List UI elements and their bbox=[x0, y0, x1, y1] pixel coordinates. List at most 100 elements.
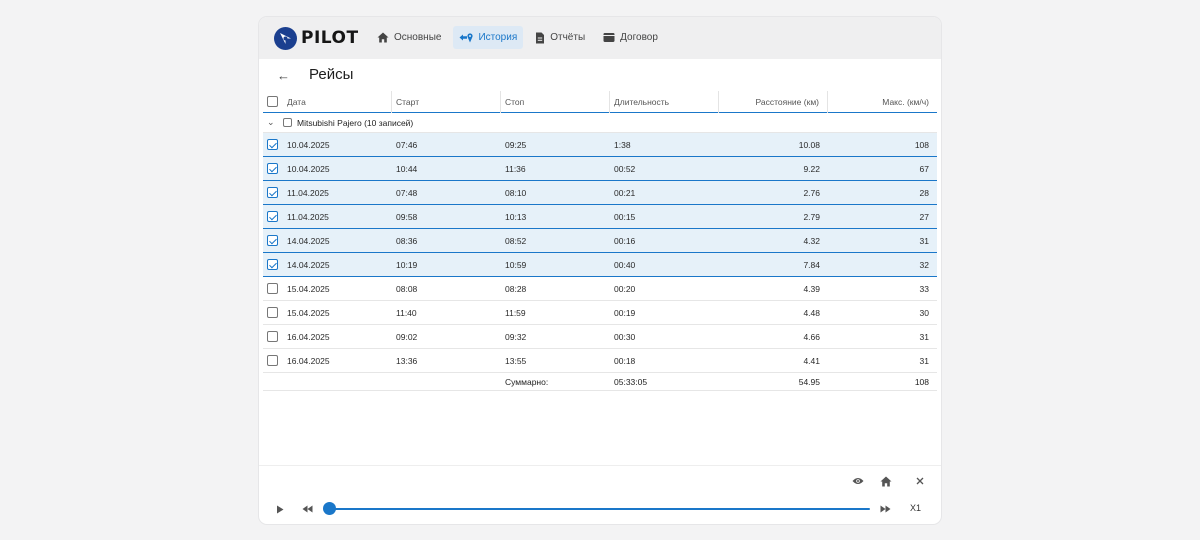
cell-duration: 00:40 bbox=[614, 259, 636, 270]
home-icon[interactable] bbox=[879, 474, 893, 488]
fast-forward-icon[interactable] bbox=[878, 502, 892, 516]
column-header-max-speed[interactable]: Макс. (км/ч) bbox=[828, 91, 937, 113]
nav-label: Основные bbox=[394, 32, 442, 43]
close-icon[interactable] bbox=[913, 474, 927, 488]
row-checkbox-cell bbox=[263, 235, 283, 246]
nav-item-main[interactable]: Основные bbox=[371, 26, 447, 49]
row-checkbox[interactable] bbox=[267, 355, 278, 366]
cell-distance: 4.39 bbox=[803, 283, 820, 294]
row-checkbox[interactable] bbox=[267, 331, 278, 342]
cell-max-speed: 31 bbox=[919, 355, 929, 366]
table-row[interactable]: 10.04.2025 10:44 11:36 00:52 9.22 67 bbox=[263, 157, 937, 181]
totals-distance: 54.95 bbox=[798, 376, 820, 387]
cell-duration: 00:16 bbox=[614, 235, 636, 246]
column-header-stop[interactable]: Стоп bbox=[501, 90, 610, 113]
row-checkbox[interactable] bbox=[267, 163, 278, 174]
cell-distance: 4.66 bbox=[803, 331, 820, 342]
table-body: 10.04.2025 07:46 09:25 1:38 10.08 108 10.04.20… bbox=[263, 133, 937, 373]
table-row[interactable]: 15.04.2025 08:08 08:28 00:20 4.39 33 bbox=[263, 277, 937, 301]
chevron-down-icon[interactable]: ⌄ bbox=[263, 117, 283, 128]
cell-date: 15.04.2025 bbox=[287, 283, 330, 294]
group-checkbox[interactable] bbox=[283, 118, 292, 127]
column-header-distance[interactable]: Расстояние (км) bbox=[719, 90, 828, 113]
row-checkbox-cell bbox=[263, 163, 283, 174]
group-label: Mitsubishi Pajero (10 записей) bbox=[297, 117, 414, 128]
row-checkbox[interactable] bbox=[267, 187, 278, 198]
cell-duration: 00:21 bbox=[614, 187, 636, 198]
cell-stop: 13:55 bbox=[505, 355, 527, 366]
timeline-thumb[interactable] bbox=[323, 502, 336, 515]
cell-date: 10.04.2025 bbox=[287, 139, 330, 150]
row-checkbox[interactable] bbox=[267, 307, 278, 318]
cell-start: 07:48 bbox=[396, 187, 418, 198]
row-checkbox-cell bbox=[263, 283, 283, 294]
column-header-duration[interactable]: Длительность bbox=[610, 90, 719, 113]
wallet-icon bbox=[603, 33, 615, 42]
table-row[interactable]: 11.04.2025 07:48 08:10 00:21 2.76 28 bbox=[263, 181, 937, 205]
nav-item-contract[interactable]: Договор bbox=[597, 26, 664, 49]
main-nav: Основные История Отчёты Договор bbox=[371, 26, 664, 49]
cell-date: 10.04.2025 bbox=[287, 163, 330, 174]
table-row[interactable]: 14.04.2025 08:36 08:52 00:16 4.32 31 bbox=[263, 229, 937, 253]
cell-max-speed: 30 bbox=[919, 307, 929, 318]
totals-duration: 05:33:05 bbox=[614, 376, 648, 387]
app-window: PILOT Основные История Отчёты Договор ← … bbox=[259, 17, 941, 524]
row-checkbox[interactable] bbox=[267, 259, 278, 270]
cell-stop: 09:32 bbox=[505, 331, 527, 342]
totals-label: Суммарно: bbox=[505, 376, 549, 387]
cell-start: 11:40 bbox=[396, 307, 417, 318]
nav-item-history[interactable]: История bbox=[453, 26, 524, 49]
cell-date: 14.04.2025 bbox=[287, 235, 330, 246]
cell-stop: 08:10 bbox=[505, 187, 527, 198]
rewind-icon[interactable] bbox=[300, 502, 314, 516]
cell-max-speed: 67 bbox=[919, 163, 929, 174]
row-checkbox[interactable] bbox=[267, 211, 278, 222]
cell-duration: 00:52 bbox=[614, 163, 636, 174]
route-icon bbox=[459, 33, 474, 43]
select-all-cell bbox=[263, 91, 283, 113]
row-checkbox-cell bbox=[263, 259, 283, 270]
cell-date: 16.04.2025 bbox=[287, 331, 330, 342]
cell-distance: 2.76 bbox=[803, 187, 820, 198]
column-header-start[interactable]: Старт bbox=[392, 90, 501, 113]
cell-distance: 2.79 bbox=[803, 211, 820, 222]
home-icon bbox=[377, 32, 389, 43]
cell-start: 08:08 bbox=[396, 283, 418, 294]
row-checkbox[interactable] bbox=[267, 283, 278, 294]
cell-start: 08:36 bbox=[396, 235, 418, 246]
player-controls: X1 bbox=[259, 499, 941, 519]
cell-stop: 08:52 bbox=[505, 235, 527, 246]
cell-max-speed: 32 bbox=[919, 259, 929, 270]
eye-icon[interactable] bbox=[851, 474, 865, 488]
cell-date: 11.04.2025 bbox=[287, 211, 329, 222]
cell-stop: 09:25 bbox=[505, 139, 527, 150]
table-row[interactable]: 10.04.2025 07:46 09:25 1:38 10.08 108 bbox=[263, 133, 937, 157]
logo-text: PILOT bbox=[301, 28, 359, 48]
table-row[interactable]: 16.04.2025 13:36 13:55 00:18 4.41 31 bbox=[263, 349, 937, 373]
cell-max-speed: 108 bbox=[914, 139, 929, 150]
cell-distance: 9.22 bbox=[803, 163, 820, 174]
row-checkbox[interactable] bbox=[267, 139, 278, 150]
cell-start: 09:58 bbox=[396, 211, 418, 222]
playback-speed[interactable]: X1 bbox=[910, 503, 921, 513]
cell-duration: 00:15 bbox=[614, 211, 636, 222]
row-checkbox[interactable] bbox=[267, 235, 278, 246]
column-header-date[interactable]: Дата bbox=[283, 90, 392, 113]
page-title: Рейсы bbox=[309, 66, 354, 83]
cell-duration: 00:30 bbox=[614, 331, 636, 342]
logo[interactable]: PILOT bbox=[274, 25, 359, 51]
cell-date: 15.04.2025 bbox=[287, 307, 330, 318]
table-row[interactable]: 11.04.2025 09:58 10:13 00:15 2.79 27 bbox=[263, 205, 937, 229]
timeline-track[interactable] bbox=[329, 508, 870, 510]
arrow-left-icon[interactable]: ← bbox=[277, 68, 290, 83]
cell-stop: 10:13 bbox=[505, 211, 527, 222]
table-row[interactable]: 14.04.2025 10:19 10:59 00:40 7.84 32 bbox=[263, 253, 937, 277]
play-icon[interactable] bbox=[273, 502, 287, 516]
cell-duration: 1:38 bbox=[614, 139, 631, 150]
cell-start: 10:19 bbox=[396, 259, 418, 270]
table-row[interactable]: 16.04.2025 09:02 09:32 00:30 4.66 31 bbox=[263, 325, 937, 349]
nav-item-reports[interactable]: Отчёты bbox=[529, 26, 591, 49]
cell-stop: 11:59 bbox=[505, 307, 526, 318]
select-all-checkbox[interactable] bbox=[267, 96, 278, 107]
table-row[interactable]: 15.04.2025 11:40 11:59 00:19 4.48 30 bbox=[263, 301, 937, 325]
